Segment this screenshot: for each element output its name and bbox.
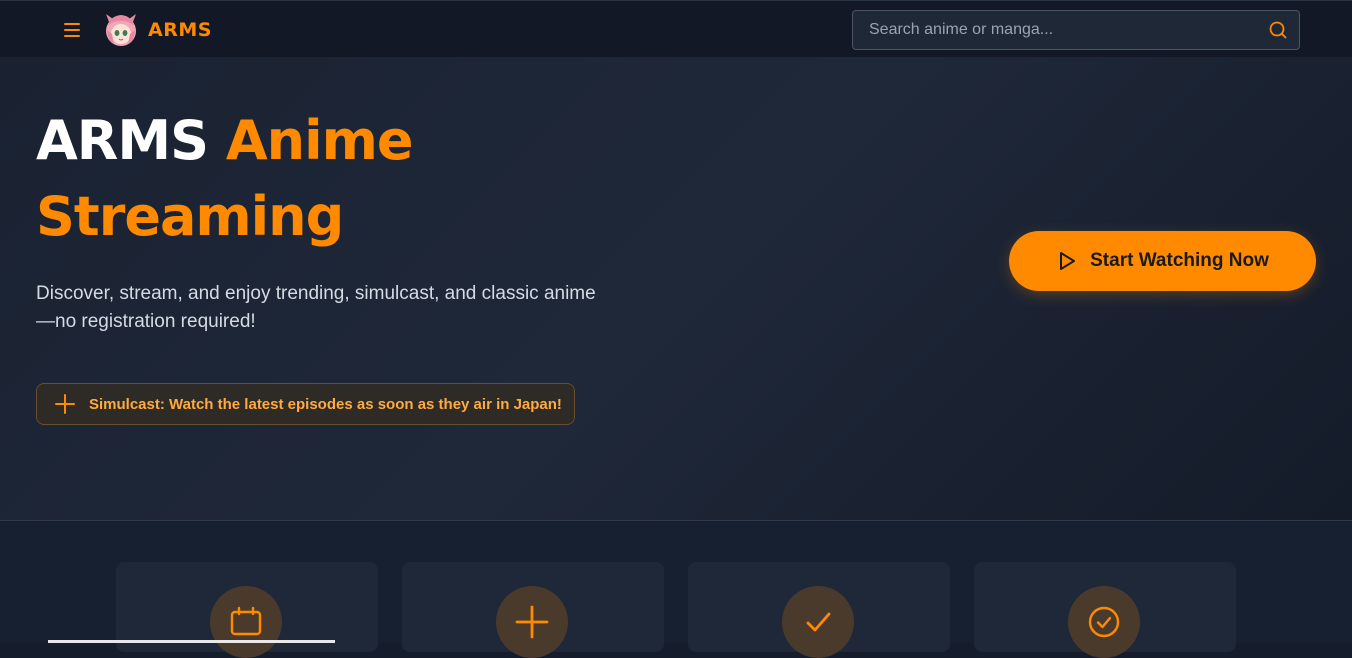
page-title: ARMS Anime Streaming [36,103,556,255]
calendar-icon [230,606,262,636]
check-icon [806,612,831,632]
feature-icon-circle [1068,586,1140,658]
start-watching-label: Start Watching Now [1090,250,1269,271]
check-circle-icon [1088,606,1120,638]
feature-card [116,562,378,658]
feature-icon-circle [496,586,568,658]
plus-icon [515,605,549,639]
features-section [0,522,1352,658]
simulcast-text: Simulcast: Watch the latest episodes as … [89,395,562,413]
mascot-logo [106,14,136,46]
brand-name: ARMS [148,19,212,41]
plus-icon [55,394,75,414]
search-input[interactable] [853,11,1253,49]
brand-logo-link[interactable]: ARMS [104,12,212,48]
start-watching-button[interactable]: Start Watching Now [1009,231,1316,291]
hero-description: Discover, stream, and enjoy trending, si… [36,283,596,332]
hero-section: ARMS Anime Streaming Discover, stream, a… [0,57,1352,521]
search-icon[interactable] [1268,20,1288,40]
simulcast-banner: Simulcast: Watch the latest episodes as … [36,383,575,425]
feature-card [974,562,1236,658]
play-icon [1060,252,1076,270]
feature-icon-circle [782,586,854,658]
feature-card [402,562,664,658]
hamburger-menu-icon[interactable] [60,18,84,42]
feature-card [688,562,950,658]
feature-icon-circle [210,586,282,658]
top-header: ARMS [0,0,1352,57]
title-brand: ARMS [36,109,209,172]
search-box [852,10,1300,50]
